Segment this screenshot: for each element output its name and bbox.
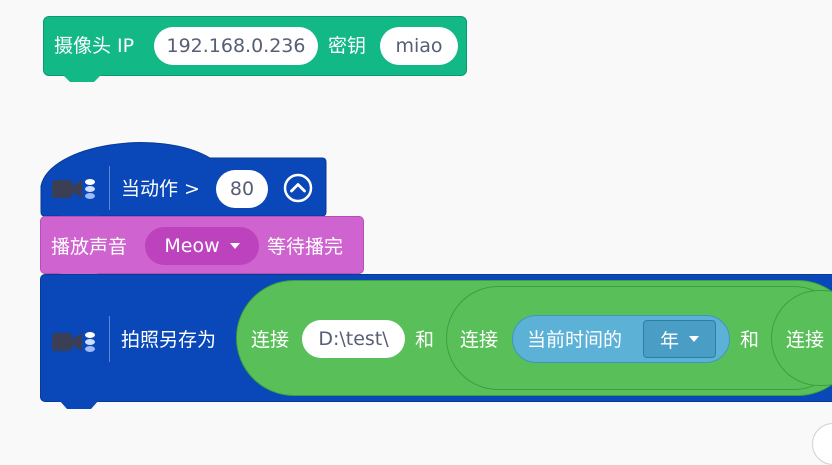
camera-icon	[52, 329, 98, 359]
path-input[interactable]: D:\test\	[302, 320, 405, 358]
action-value-input[interactable]: 80	[216, 170, 268, 208]
sound-dropdown-value: Meow	[164, 235, 220, 257]
play-sound-suffix: 等待播完	[267, 236, 344, 258]
chevron-up-icon[interactable]	[283, 173, 313, 207]
photo-divider	[109, 316, 110, 362]
block-notch	[59, 400, 99, 409]
camera-icon	[52, 176, 98, 206]
dropdown-arrow-icon	[689, 336, 699, 342]
key-input[interactable]: miao	[380, 27, 458, 65]
current-time-label: 当前时间的	[527, 329, 623, 351]
join-label-1: 连接	[251, 329, 290, 351]
dropdown-arrow-icon	[229, 243, 240, 249]
ip-input[interactable]: 192.168.0.236	[154, 27, 318, 65]
join-label-3: 连接	[786, 329, 825, 351]
action-label: 当动作 >	[121, 178, 200, 200]
time-unit-value: 年	[659, 329, 679, 352]
action-divider	[109, 166, 110, 210]
key-label: 密钥	[328, 35, 367, 57]
and-label-1: 和	[415, 329, 435, 351]
save-photo-label: 拍照另存为	[121, 329, 217, 351]
join-label-2: 连接	[460, 329, 499, 351]
and-label-2: 和	[740, 329, 760, 351]
sound-dropdown[interactable]: Meow	[145, 227, 259, 265]
block-notch	[62, 74, 102, 82]
camera-ip-label: 摄像头 IP	[54, 35, 135, 57]
zoom-control-edge[interactable]	[812, 423, 832, 465]
play-sound-label: 播放声音	[51, 236, 128, 258]
time-unit-dropdown[interactable]: 年	[643, 320, 716, 358]
